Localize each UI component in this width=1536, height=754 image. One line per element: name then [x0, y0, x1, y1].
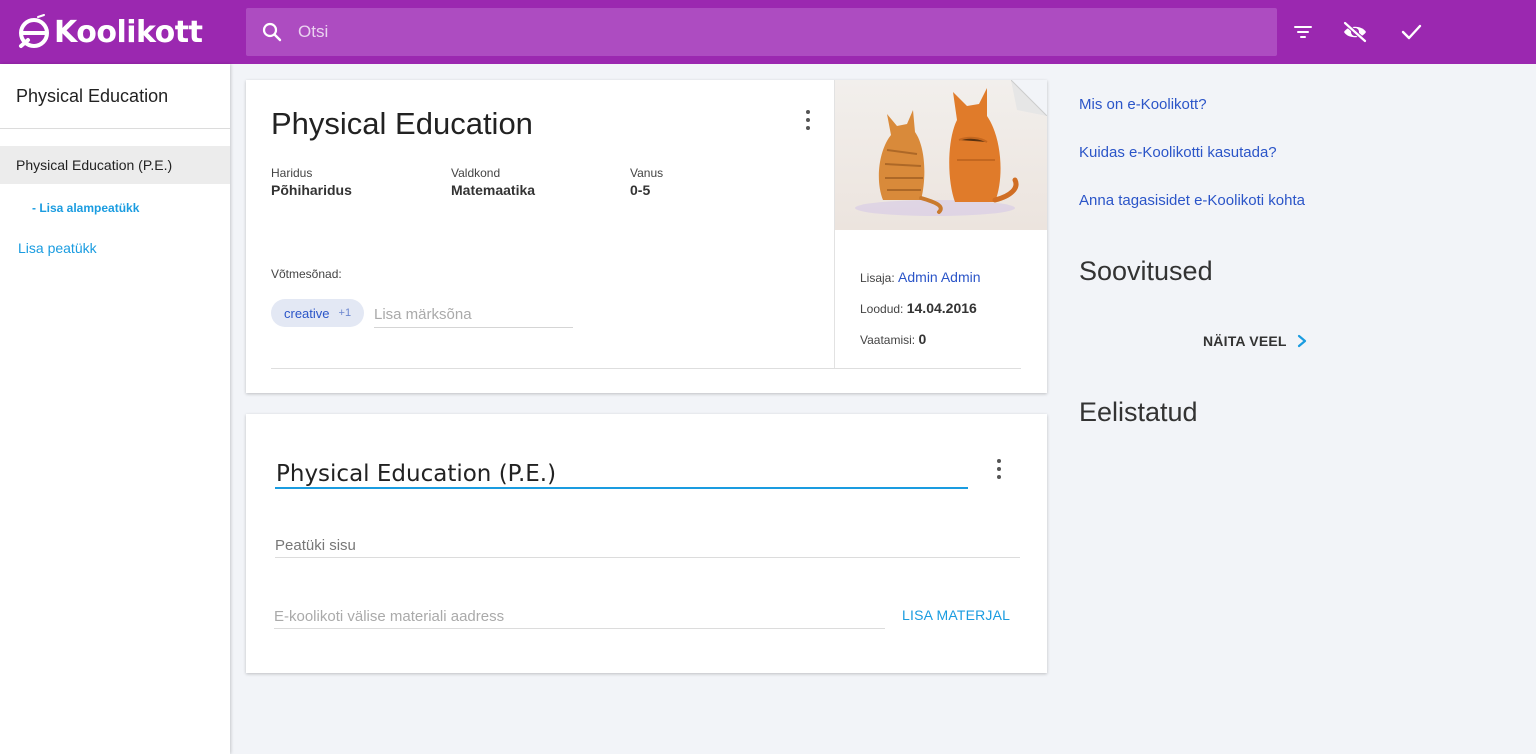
filter-icon[interactable] — [1289, 18, 1317, 46]
material-card: Physical Education Haridus Põhiharidus V… — [246, 80, 1047, 393]
top-app-bar: Koolikott — [0, 0, 1536, 64]
search-icon[interactable] — [260, 20, 284, 44]
show-more-button[interactable]: NÄITA VEEL — [1203, 333, 1307, 349]
more-vert-icon[interactable] — [801, 110, 815, 130]
author-link[interactable]: Admin Admin — [898, 269, 980, 285]
visibility-off-icon[interactable] — [1341, 18, 1369, 46]
logo-text: Koolikott — [54, 14, 203, 50]
keywords-label: Võtmesõnad: — [271, 267, 342, 281]
author-label: Lisaja: — [860, 271, 895, 285]
info-views: Vaatamisi: 0 — [860, 331, 926, 347]
views-value: 0 — [918, 331, 927, 347]
material-title: Physical Education — [271, 106, 533, 141]
views-label: Vaatamisi: — [860, 333, 916, 347]
chevron-right-icon — [1297, 334, 1307, 348]
meta-value: Matemaatika — [451, 182, 536, 198]
sidebar: Physical Education Physical Education (P… — [0, 64, 230, 754]
sidebar-item-chapter[interactable]: Physical Education (P.E.) — [0, 146, 230, 184]
more-vert-icon[interactable] — [992, 459, 1006, 479]
logo-e-icon — [19, 14, 49, 48]
material-url-input[interactable] — [274, 605, 885, 629]
add-material-button[interactable]: LISA MATERJAL — [902, 607, 1010, 623]
link-what-is[interactable]: Mis on e-Koolikott? — [1079, 96, 1207, 113]
sidebar-divider — [0, 128, 230, 129]
add-chapter-link[interactable]: Lisa peatükk — [18, 240, 97, 256]
chapter-title-input[interactable] — [275, 460, 968, 489]
meta-value: 0-5 — [630, 182, 651, 198]
keyword-chip-label: creative — [284, 305, 330, 321]
page-fold-icon — [1011, 80, 1047, 116]
meta-value: Põhiharidus — [271, 182, 352, 198]
meta-label: Vanus — [630, 166, 664, 180]
link-how-to-use[interactable]: Kuidas e-Koolikotti kasutada? — [1079, 144, 1277, 161]
created-label: Loodud: — [860, 302, 904, 316]
search-bar — [246, 8, 1277, 56]
sidebar-title[interactable]: Physical Education — [16, 86, 168, 107]
chapter-content-input[interactable] — [275, 534, 1020, 558]
info-author: Lisaja: Admin Admin — [860, 269, 981, 285]
created-value: 14.04.2016 — [906, 300, 977, 316]
logo[interactable]: Koolikott — [16, 12, 203, 52]
meta-education: Haridus Põhiharidus — [271, 166, 352, 198]
keyword-chip[interactable]: creative +1 — [271, 299, 365, 327]
show-more-label: NÄITA VEEL — [1203, 333, 1287, 349]
card-divider — [271, 368, 1021, 369]
keyword-chip-extra: +1 — [338, 307, 352, 319]
add-subchapter-link[interactable]: - Lisa alampeatükk — [32, 201, 139, 215]
check-icon[interactable] — [1397, 18, 1425, 46]
link-feedback[interactable]: Anna tagasisidet e-Koolikoti kohta — [1079, 192, 1305, 209]
meta-label: Haridus — [271, 166, 313, 180]
meta-age: Vanus 0-5 — [630, 166, 663, 198]
meta-domain: Valdkond Matemaatika — [451, 166, 535, 198]
material-thumbnail[interactable] — [835, 80, 1047, 230]
meta-label: Valdkond — [451, 166, 501, 180]
chapter-card: LISA MATERJAL — [246, 414, 1047, 673]
keyword-input[interactable] — [374, 302, 573, 328]
info-created: Loodud: 14.04.2016 — [860, 300, 977, 316]
search-input[interactable] — [298, 22, 1198, 42]
recommendations-heading: Soovitused — [1079, 256, 1213, 286]
favorites-heading: Eelistatud — [1079, 397, 1198, 427]
